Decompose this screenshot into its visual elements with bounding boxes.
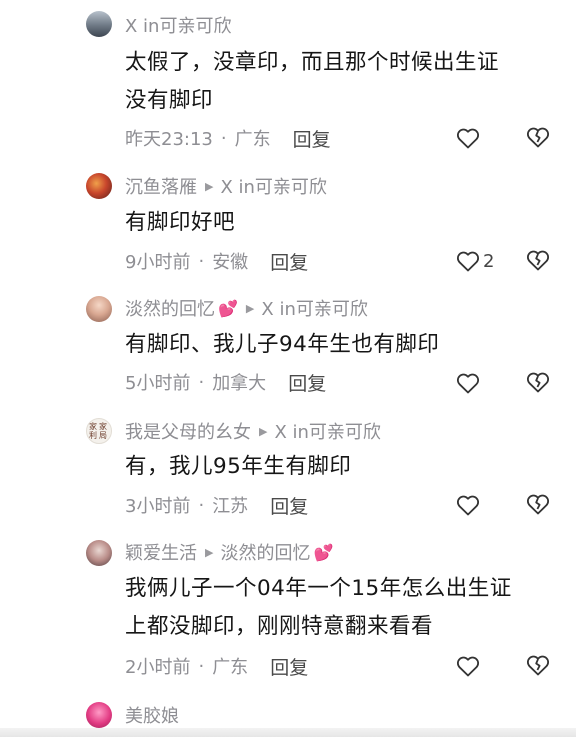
dislike-button[interactable] [526,249,550,273]
like-button[interactable]: 2 [456,248,494,274]
comment-body[interactable]: 我俩儿子一个04年一个15年怎么出生证 上都没脚印，刚刚特意翻来看看 [125,570,555,646]
author-name[interactable]: 淡然的回忆 [125,295,215,321]
comment-meta: 昨天23:13 · 广东 回复 [125,125,331,152]
reply-target-name[interactable]: X in可亲可欣 [125,12,231,38]
comment-time: 5小时前 [125,373,191,394]
comment-text-line: 太假了，没章印，而且那个时候出生证 [125,50,500,75]
comment-location: 江苏 [212,496,249,517]
comment-meta: 3小时前 · 江苏 回复 [125,492,308,519]
author-name[interactable]: 颖爱生活 [125,539,197,565]
user-avatar[interactable] [86,540,112,566]
reply-arrow-icon: ▶ [205,545,214,559]
comment-time: 9小时前 [125,252,191,273]
meta-separator: · [220,127,227,149]
reply-button[interactable]: 回复 [288,369,326,396]
comment-meta: 2小时前 · 广东 回复 [125,653,308,680]
comment-text-line: 我俩儿子一个04年一个15年怎么出生证 [125,576,512,601]
meta-separator: · [198,494,205,516]
reply-target-name[interactable]: X in可亲可欣 [220,173,326,199]
like-button[interactable] [456,492,483,518]
user-avatar[interactable]: 家家利局 [86,418,112,444]
comment-location: 广东 [212,657,249,678]
dislike-button[interactable] [526,126,550,150]
comment-header: 淡然的回忆 💕 ▶ X in可亲可欣 [125,295,368,321]
like-button[interactable] [456,653,483,679]
reply-arrow-icon: ▶ [205,179,214,193]
user-avatar[interactable] [86,173,112,199]
broken-heart-icon [526,127,550,148]
comment-body[interactable]: 有脚印好吧 [125,204,555,242]
meta-separator: · [198,250,205,272]
comment-header: 我是父母的幺女 ▶ X in可亲可欣 [125,419,381,443]
comment-time: 2小时前 [125,657,191,678]
author-name[interactable]: 美胶娘 [125,702,179,728]
meta-separator: · [198,371,205,393]
avatar-calligraphy: 家家利局 [89,422,109,440]
broken-heart-icon [526,372,550,393]
reply-target-name[interactable]: 淡然的回忆 [220,539,310,565]
heart-outline-icon [456,373,480,394]
comment-header: X in可亲可欣 [125,13,231,37]
like-button[interactable] [456,370,483,396]
broken-heart-icon [526,494,550,515]
reply-button[interactable]: 回复 [270,653,308,680]
like-button[interactable] [456,125,483,151]
like-count: 2 [483,250,495,272]
comment-header: 沉鱼落雁 ▶ X in可亲可欣 [125,174,327,198]
comment-meta: 9小时前 · 安徽 回复 [125,248,308,275]
reply-target-name[interactable]: X in可亲可欣 [261,295,367,321]
heart-emoji-icon: 💕 [218,298,238,318]
comment-body[interactable]: 有，我儿95年生有脚印 [125,448,555,486]
author-name[interactable]: 我是父母的幺女 [125,418,251,444]
comment-text-line: 有脚印好吧 [125,210,236,235]
reply-button[interactable]: 回复 [293,125,331,152]
comment-time: 3小时前 [125,496,191,517]
reply-target-name[interactable]: X in可亲可欣 [274,418,380,444]
dislike-button[interactable] [526,493,550,517]
comment-location: 安徽 [212,252,249,273]
comment-time: 昨天23:13 [125,129,213,150]
comment-body[interactable]: 有脚印、我儿子94年生也有脚印 [125,326,555,364]
comment-location: 广东 [234,129,271,150]
dislike-button[interactable] [526,654,550,678]
reply-arrow-icon: ▶ [245,301,255,315]
comment-header: 颖爱生活 ▶ 淡然的回忆 💕 [125,539,334,565]
comment-location: 加拿大 [212,373,267,394]
dislike-button[interactable] [526,371,550,395]
author-name[interactable]: 沉鱼落雁 [125,173,197,199]
comment-meta: 5小时前 · 加拿大 回复 [125,369,326,396]
heart-outline-icon [456,128,480,149]
comment-text-line: 上都没脚印，刚刚特意翻来看看 [125,614,434,639]
reply-button[interactable]: 回复 [270,248,308,275]
user-avatar[interactable] [86,296,112,322]
heart-outline-icon [456,495,480,516]
reply-arrow-icon: ▶ [259,424,268,438]
heart-outline-icon [456,251,480,272]
comment-text-line: 有脚印、我儿子94年生也有脚印 [125,332,440,357]
cut-off-edge [0,728,576,737]
broken-heart-icon [526,655,550,676]
comment-body[interactable]: 太假了，没章印，而且那个时候出生证 没有脚印 [125,44,555,120]
user-avatar[interactable] [86,11,112,37]
broken-heart-icon [526,250,550,271]
comment-text-line: 没有脚印 [125,88,214,113]
heart-emoji-icon: 💕 [313,542,334,562]
user-avatar[interactable] [86,702,112,728]
comment-text-line: 有，我儿95年生有脚印 [125,454,352,479]
heart-outline-icon [456,656,480,677]
comment-header: 美胶娘 [125,703,179,727]
reply-button[interactable]: 回复 [270,492,308,519]
meta-separator: · [198,655,205,677]
